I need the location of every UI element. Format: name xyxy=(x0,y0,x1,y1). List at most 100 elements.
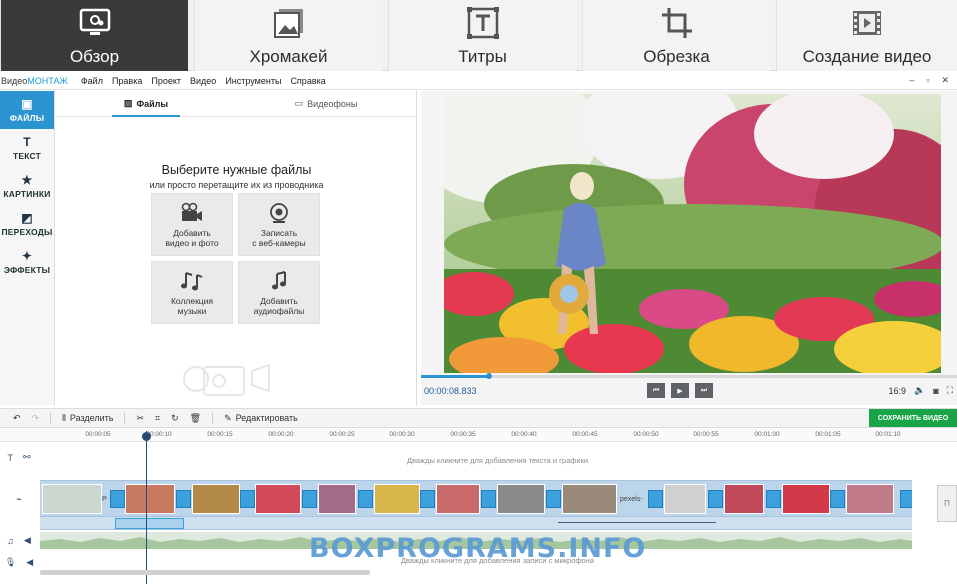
video-clip[interactable] xyxy=(497,484,545,514)
transition-marker[interactable] xyxy=(420,490,435,508)
volume-icon[interactable]: ◀ xyxy=(24,535,31,546)
scissors-icon[interactable]: ✂ xyxy=(136,413,144,424)
titles-icon xyxy=(466,7,499,39)
skip-back-icon[interactable]: ⏮ xyxy=(647,383,665,398)
tab-chromakey[interactable]: Хромакей xyxy=(194,0,382,71)
transition-marker[interactable] xyxy=(358,490,373,508)
nav-transitions[interactable]: ◩ ПЕРЕХОДЫ xyxy=(0,205,54,243)
edit-button[interactable]: ✎ Редактировать xyxy=(224,413,298,424)
transition-marker[interactable] xyxy=(900,490,912,508)
video-clip[interactable] xyxy=(846,484,894,514)
nav-files[interactable]: ▣ ФАЙЛЫ xyxy=(0,91,54,129)
menu-video[interactable]: Видео xyxy=(190,76,216,86)
crop-icon xyxy=(661,8,692,38)
record-webcam-button[interactable]: Записать с веб-камеры xyxy=(238,193,320,256)
tab-titles[interactable]: Титры xyxy=(388,0,576,71)
clip-sub-track[interactable] xyxy=(40,517,912,530)
seek-handle[interactable] xyxy=(486,373,493,379)
nav-pictures[interactable]: ★ КАРТИНКИ xyxy=(0,167,54,205)
film-icon xyxy=(853,11,881,35)
side-nav: ▣ ФАЙЛЫ T ТЕКСТ ★ КАРТИНКИ ◩ ПЕРЕХОДЫ ✦ … xyxy=(0,91,55,405)
maximize-icon[interactable]: ▫ xyxy=(926,75,929,86)
transition-marker[interactable] xyxy=(546,490,561,508)
track-end-box[interactable]: П xyxy=(937,485,957,522)
video-clip[interactable] xyxy=(374,484,420,514)
transition-marker[interactable] xyxy=(708,490,723,508)
transition-marker[interactable] xyxy=(302,490,317,508)
add-audio-button[interactable]: Добавить аудиофайлы xyxy=(238,261,320,324)
transition-marker[interactable] xyxy=(481,490,496,508)
selected-segment[interactable] xyxy=(115,518,184,529)
chromakey-icon xyxy=(273,9,303,38)
tile-label: с веб-камеры xyxy=(252,237,306,248)
video-clip[interactable] xyxy=(562,484,617,514)
snapshot-icon[interactable]: ◙ xyxy=(933,386,938,396)
ruler-tick: 00:00:45 xyxy=(572,431,598,438)
playhead-handle[interactable] xyxy=(142,432,151,441)
add-video-photo-button[interactable]: Добавить видео и фото xyxy=(151,193,233,256)
transition-marker[interactable] xyxy=(176,490,191,508)
close-icon[interactable]: ✕ xyxy=(941,75,949,86)
fullscreen-icon[interactable]: ⛶ xyxy=(947,385,953,396)
video-clip[interactable] xyxy=(436,484,480,514)
volume-icon[interactable]: ◀ xyxy=(26,557,33,568)
split-button[interactable]: ⫴ Разделить xyxy=(62,413,113,424)
mic-track-icons: 🎙 ◀ xyxy=(0,557,38,568)
clip-label: pexels- xyxy=(620,496,643,503)
tab-create-video[interactable]: Создание видео xyxy=(776,0,957,71)
menu-edit[interactable]: Правка xyxy=(112,76,142,86)
skip-forward-icon[interactable]: ⏭ xyxy=(695,383,713,398)
play-icon[interactable]: ▶ xyxy=(671,383,689,398)
transition-marker[interactable] xyxy=(648,490,663,508)
feature-tabs: Обзор Хромакей Титры Обрезка Создание ви… xyxy=(0,0,957,71)
menu-tools[interactable]: Инструменты xyxy=(225,76,281,86)
menu-file[interactable]: Файл xyxy=(81,76,103,86)
files-icon: ▣ xyxy=(21,96,33,111)
minimize-icon[interactable]: – xyxy=(909,75,914,86)
music-collection-button[interactable]: Коллекция музыки xyxy=(151,261,233,324)
nav-effects[interactable]: ✦ ЭФФЕКТЫ xyxy=(0,243,54,281)
tile-label: видео и фото xyxy=(165,237,219,248)
video-clip[interactable] xyxy=(724,484,764,514)
tab-overview[interactable]: Обзор xyxy=(0,0,188,71)
redo-icon[interactable]: ↷ xyxy=(32,413,40,424)
nav-label: ТЕКСТ xyxy=(12,150,42,161)
timeline-scrollbar[interactable] xyxy=(40,570,370,575)
transition-marker[interactable] xyxy=(240,490,255,508)
crop-tool-icon[interactable]: ⌗ xyxy=(155,413,160,424)
trash-icon[interactable]: 🗑 xyxy=(190,413,201,424)
playhead-line[interactable] xyxy=(146,431,147,584)
add-tiles: Добавить видео и фото Записать с веб-кам… xyxy=(151,193,323,324)
rotate-icon[interactable]: ↻ xyxy=(171,413,179,424)
tab-video-backgrounds[interactable]: ▭ Видеофоны xyxy=(236,91,416,116)
save-video-button[interactable]: СОХРАНИТЬ ВИДЕО xyxy=(869,409,957,427)
video-clip[interactable] xyxy=(255,484,301,514)
ruler-tick: 00:01:10 xyxy=(875,431,901,438)
audio-add-icon xyxy=(272,270,286,289)
aspect-ratio[interactable]: 16:9 xyxy=(889,386,907,396)
transition-marker[interactable] xyxy=(830,490,845,508)
menu-project[interactable]: Проект xyxy=(151,76,181,86)
menu-help[interactable]: Справка xyxy=(290,76,325,86)
ruler-tick: 00:00:25 xyxy=(329,431,355,438)
transition-marker[interactable] xyxy=(110,490,125,508)
nav-text[interactable]: T ТЕКСТ xyxy=(0,129,54,167)
video-clip[interactable] xyxy=(318,484,356,514)
video-clip[interactable] xyxy=(125,484,175,514)
volume-icon[interactable]: 🔈 xyxy=(914,385,925,396)
link-icon[interactable]: ⚯ xyxy=(23,452,31,463)
undo-icon[interactable]: ↶ xyxy=(13,413,21,424)
video-clip[interactable] xyxy=(782,484,830,514)
video-clip[interactable] xyxy=(664,484,706,514)
tab-crop[interactable]: Обрезка xyxy=(582,0,770,71)
music-icon: ♫ xyxy=(7,535,14,546)
transition-marker[interactable] xyxy=(766,490,781,508)
video-clip[interactable] xyxy=(42,484,102,514)
tab-label: Хромакей xyxy=(249,47,328,66)
seek-bar[interactable] xyxy=(421,373,957,379)
video-track[interactable]: P pexels- xyxy=(40,480,912,517)
video-clip[interactable] xyxy=(192,484,240,514)
tab-label: Обрезка xyxy=(643,47,710,66)
text-track-hint[interactable]: Дважды кликните для добавления текста и … xyxy=(38,456,957,465)
tab-files[interactable]: ▨ Файлы xyxy=(56,91,236,117)
